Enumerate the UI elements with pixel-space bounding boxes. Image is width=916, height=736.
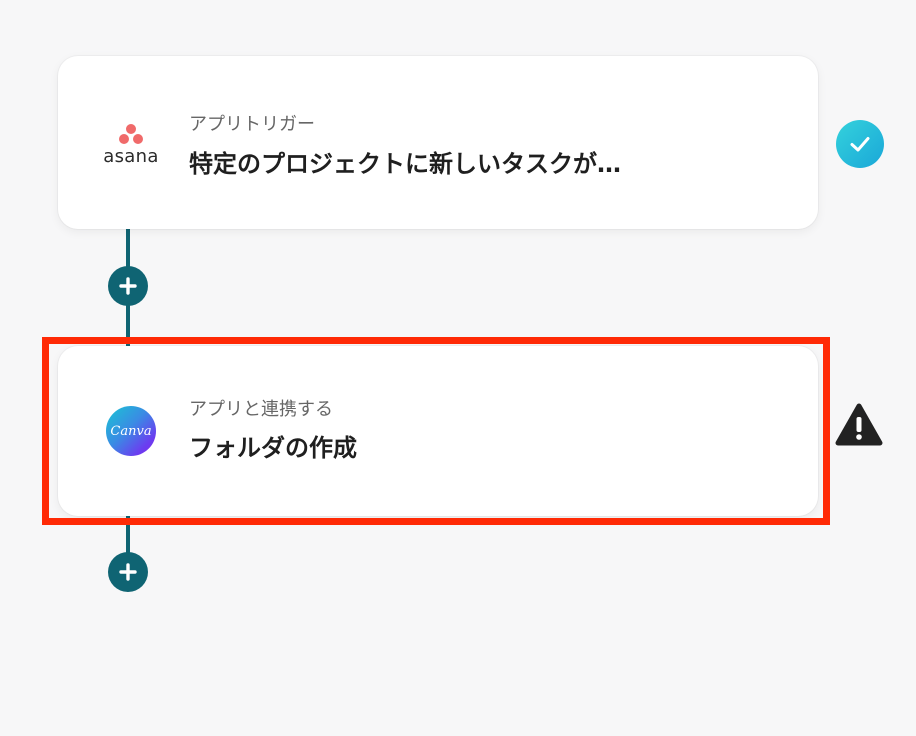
step-type-label: アプリトリガー bbox=[189, 114, 315, 135]
asana-logo-icon: asana bbox=[98, 123, 164, 166]
add-step-button[interactable] bbox=[108, 552, 148, 592]
flow-step-action-card[interactable]: Canva アプリと連携する フォルダの作成 bbox=[58, 346, 818, 516]
add-step-button[interactable] bbox=[108, 266, 148, 306]
plus-icon bbox=[119, 563, 137, 581]
check-circle-icon bbox=[836, 120, 884, 168]
asana-logo-text: asana bbox=[103, 146, 159, 167]
step-title: フォルダの作成 bbox=[189, 434, 357, 462]
canva-logo-icon: Canva bbox=[98, 406, 164, 456]
canva-logo-text: Canva bbox=[110, 423, 152, 439]
flow-step-trigger-card[interactable]: asana アプリトリガー 特定のプロジェクトに新しいタスクが… bbox=[58, 56, 818, 229]
step-type-label: アプリと連携する bbox=[189, 399, 333, 420]
plus-icon bbox=[119, 277, 137, 295]
step-title: 特定のプロジェクトに新しいタスクが… bbox=[189, 150, 621, 178]
warning-triangle-icon bbox=[834, 402, 884, 448]
